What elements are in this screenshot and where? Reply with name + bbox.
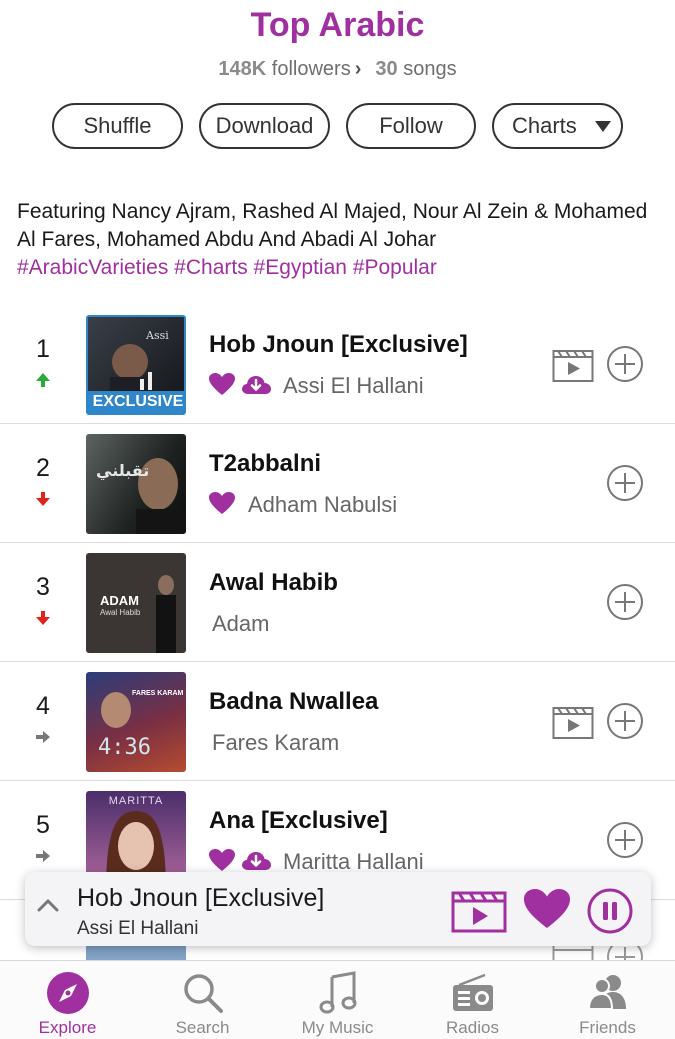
tab-search[interactable]: Search bbox=[135, 961, 270, 1039]
trend-down-icon bbox=[36, 611, 50, 625]
tab-explore[interactable]: Explore bbox=[0, 961, 135, 1039]
liked-heart-icon bbox=[209, 373, 235, 395]
song-title: Ana [Exclusive] bbox=[209, 807, 388, 834]
song-title: Awal Habib bbox=[209, 569, 338, 596]
song-artist: Adham Nabulsi bbox=[248, 492, 398, 517]
downloaded-cloud-icon bbox=[242, 376, 271, 394]
player-song-title: Hob Jnoun [Exclusive] bbox=[77, 884, 325, 912]
songs-label: songs bbox=[403, 58, 457, 80]
song-row[interactable]: 3 ADAM Awal Habib Awal Habib Adam bbox=[0, 543, 675, 662]
friends-icon bbox=[587, 975, 626, 1010]
video-icon[interactable] bbox=[451, 887, 507, 933]
song-row[interactable]: 2 تقبلني T2abbalni Adham Nabulsi bbox=[0, 424, 675, 543]
song-rank: 3 bbox=[36, 573, 50, 601]
playlist-stats: 148K followers › 30 songs bbox=[0, 58, 675, 81]
charts-dropdown[interactable]: Charts bbox=[492, 103, 623, 149]
mini-player[interactable]: Hob Jnoun [Exclusive] Assi El Hallani bbox=[25, 872, 651, 946]
album-art-title: ADAM bbox=[100, 593, 139, 608]
song-rank: 5 bbox=[36, 811, 50, 839]
tab-friends[interactable]: Friends bbox=[540, 961, 675, 1039]
player-artist: Assi El Hallani bbox=[77, 918, 199, 939]
song-title: Badna Nwallea bbox=[209, 688, 379, 715]
playlist-description: Featuring Nancy Ajram, Rashed Al Majed, … bbox=[17, 200, 648, 251]
tab-label: Explore bbox=[38, 1018, 97, 1037]
trend-up-icon bbox=[36, 373, 50, 387]
music-note-icon bbox=[319, 971, 357, 1014]
shuffle-button[interactable]: Shuffle bbox=[52, 103, 183, 149]
followers-link[interactable]: 148K followers › bbox=[218, 58, 375, 80]
svg-text:تقبلني: تقبلني bbox=[96, 461, 149, 481]
charts-label: Charts bbox=[512, 113, 577, 138]
chevron-right-icon: › bbox=[354, 58, 362, 80]
liked-heart-icon bbox=[209, 849, 235, 871]
download-button[interactable]: Download bbox=[199, 103, 330, 149]
add-icon[interactable] bbox=[606, 821, 644, 859]
album-art-title: FARES KARAM bbox=[132, 690, 184, 697]
caret-down-icon bbox=[595, 121, 611, 132]
song-title: T2abbalni bbox=[209, 450, 322, 477]
video-icon[interactable] bbox=[552, 704, 594, 740]
svg-text:Assi: Assi bbox=[145, 329, 169, 342]
video-icon[interactable] bbox=[552, 347, 594, 383]
tab-label: Friends bbox=[579, 1018, 636, 1037]
song-row[interactable]: 1 Assi EXCLUSIVE Hob Jnoun [Exclusive] A… bbox=[0, 305, 675, 424]
album-art-subtitle: Awal Habib bbox=[100, 608, 141, 617]
compass-icon bbox=[47, 972, 89, 1014]
tab-label: My Music bbox=[301, 1018, 374, 1037]
exclusive-badge: EXCLUSIVE bbox=[88, 391, 184, 413]
trend-down-icon bbox=[36, 492, 50, 506]
heart-icon[interactable] bbox=[523, 888, 571, 930]
album-art: Assi EXCLUSIVE bbox=[86, 315, 186, 415]
tab-label: Search bbox=[175, 1018, 230, 1037]
chevron-up-icon[interactable] bbox=[37, 898, 59, 912]
downloaded-cloud-icon bbox=[242, 852, 271, 870]
song-artist: Fares Karam bbox=[212, 730, 340, 755]
album-art: تقبلني bbox=[86, 434, 186, 534]
svg-text:4:36: 4:36 bbox=[98, 735, 151, 760]
trend-same-icon bbox=[36, 731, 50, 743]
add-icon[interactable] bbox=[606, 702, 644, 740]
song-row[interactable]: 4 4:36 FARES KARAM Badna Nwallea Fares K… bbox=[0, 662, 675, 781]
album-art: ADAM Awal Habib bbox=[86, 553, 186, 653]
song-rank: 4 bbox=[36, 692, 50, 720]
add-icon[interactable] bbox=[606, 464, 644, 502]
add-icon[interactable] bbox=[606, 583, 644, 621]
album-art-image: 4:36 bbox=[98, 692, 151, 760]
tab-my-music[interactable]: My Music bbox=[270, 961, 405, 1039]
playlist-tags[interactable]: #ArabicVarieties #Charts #Egyptian #Popu… bbox=[17, 254, 657, 282]
search-icon bbox=[184, 974, 223, 1013]
add-icon[interactable] bbox=[606, 345, 644, 383]
song-artist: Adam bbox=[212, 611, 270, 636]
tab-bar: Explore Search My Music Radios Friends bbox=[0, 960, 675, 1039]
album-art-title: MARITTA bbox=[108, 795, 164, 807]
album-art-image: تقبلني bbox=[96, 458, 186, 534]
album-art: 4:36 FARES KARAM bbox=[86, 672, 186, 772]
song-title: Hob Jnoun [Exclusive] bbox=[209, 331, 468, 358]
liked-heart-icon bbox=[209, 492, 235, 514]
song-artist: Assi El Hallani bbox=[283, 373, 424, 398]
tab-label: Radios bbox=[446, 1018, 499, 1037]
tab-radios[interactable]: Radios bbox=[405, 961, 540, 1039]
songs-count: 30 bbox=[375, 58, 398, 80]
song-rank: 1 bbox=[36, 335, 50, 363]
radio-icon bbox=[453, 973, 493, 1011]
trend-same-icon bbox=[36, 850, 50, 862]
follow-button[interactable]: Follow bbox=[346, 103, 476, 149]
pause-icon[interactable] bbox=[587, 888, 633, 934]
song-rank: 2 bbox=[36, 454, 50, 482]
page-title: Top Arabic bbox=[250, 6, 425, 44]
